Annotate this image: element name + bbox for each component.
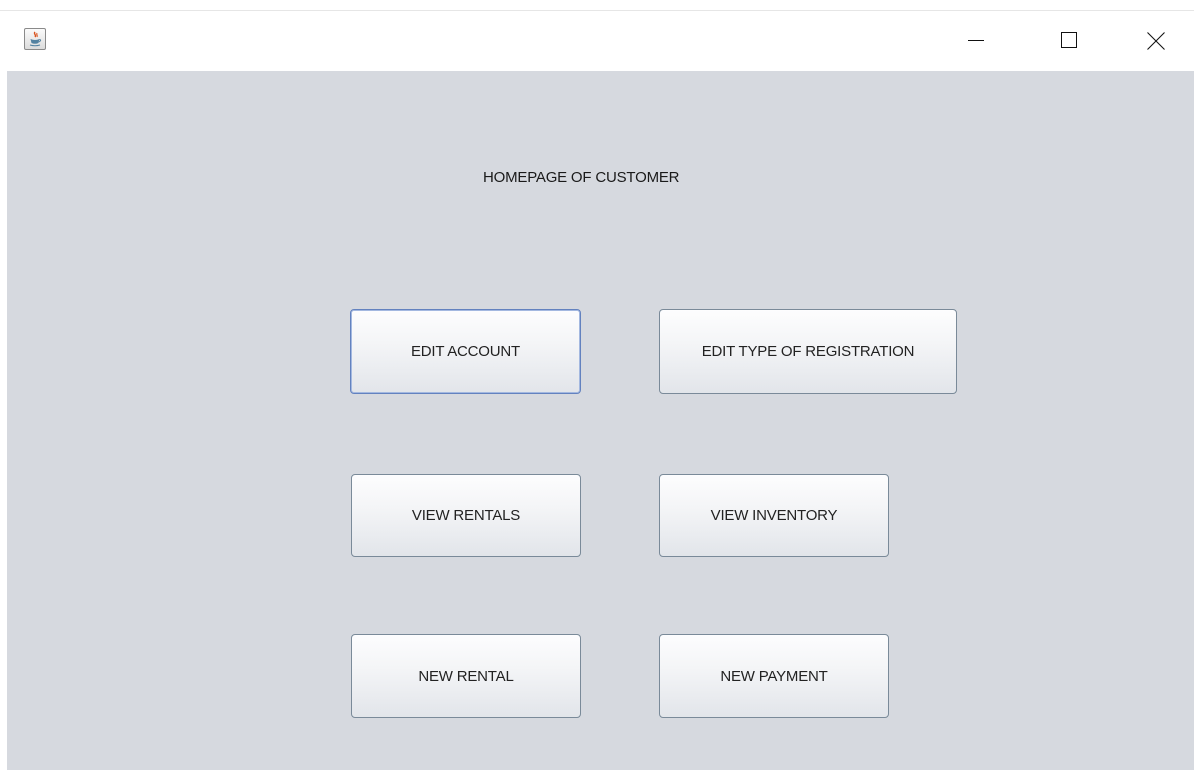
view-rentals-button[interactable]: VIEW RENTALS (351, 474, 581, 557)
maximize-button[interactable] (1039, 11, 1099, 71)
page-title: HOMEPAGE OF CUSTOMER (483, 169, 680, 186)
view-inventory-button[interactable]: VIEW INVENTORY (659, 474, 889, 557)
minimize-button[interactable] (946, 11, 1006, 71)
edit-account-button[interactable]: EDIT ACCOUNT (350, 309, 581, 394)
edit-type-of-registration-button[interactable]: EDIT TYPE OF REGISTRATION (659, 309, 957, 394)
close-icon (1147, 32, 1165, 50)
java-cup-icon[interactable] (24, 28, 46, 50)
maximize-icon (1061, 32, 1077, 48)
close-button[interactable] (1126, 11, 1186, 71)
minimize-icon (968, 40, 984, 41)
new-rental-button[interactable]: NEW RENTAL (351, 634, 581, 718)
new-payment-button[interactable]: NEW PAYMENT (659, 634, 889, 718)
title-bar[interactable] (0, 11, 1194, 71)
application-window: HOMEPAGE OF CUSTOMER EDIT ACCOUNT EDIT T… (0, 0, 1194, 770)
